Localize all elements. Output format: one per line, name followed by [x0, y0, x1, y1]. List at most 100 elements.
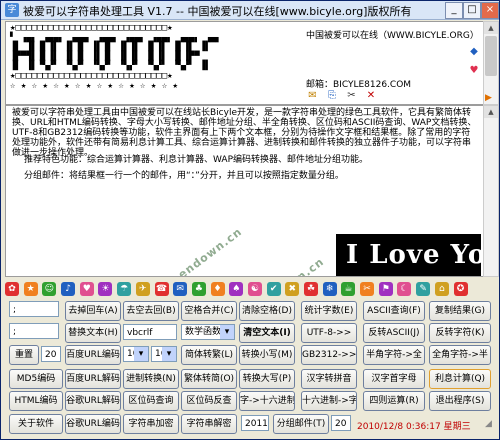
reverse-ascii-button[interactable]: 反转ASCII(J) — [363, 323, 425, 343]
clear-space-button[interactable]: 清除空格(D) — [239, 301, 295, 321]
banner-textbox[interactable]: ★□□□□□□□□□□□□□□□□□□□□□□□□□□□□★ ▘ ▗▄▖ ▗▄▄… — [5, 21, 484, 105]
area-code-reverse-button[interactable]: 区位码反查 — [181, 391, 237, 411]
trad-to-simp-button[interactable]: 繁体转简(O) — [181, 369, 237, 389]
half-to-full-button[interactable]: 半角字符->全 — [363, 345, 425, 365]
emoji-icon[interactable]: ★ — [23, 282, 38, 296]
watermark-text-1: Greendown.cn — [238, 255, 327, 276]
intro-paragraph: 被爱可以字符串处理工具由中国被爱可以在线站长Bicyle开发，是一款字符串处理的… — [12, 108, 477, 158]
baidu-url-decode-button[interactable]: 百度URL解码 — [65, 369, 121, 389]
emoji-icon[interactable]: ☯ — [247, 282, 262, 296]
google-url-encode-button[interactable]: 谷歌URL编码 — [65, 414, 121, 434]
simp-to-trad-button[interactable]: 简体转繁(L) — [181, 345, 237, 365]
emoji-icon[interactable]: ♣ — [191, 282, 206, 296]
emoji-icon[interactable]: ☾ — [397, 282, 412, 296]
interest-calculator-button[interactable]: 利息计算(Q) — [429, 369, 491, 389]
emoji-icon[interactable]: ☎ — [154, 282, 169, 296]
exit-program-button[interactable]: 退出程序(S) — [429, 391, 491, 411]
to-lowercase-button[interactable]: 转换小写(M) — [239, 345, 295, 365]
hex-to-char-button[interactable]: 十六进制->字 — [301, 391, 357, 411]
base-to-select[interactable]: 16 — [151, 346, 177, 362]
replace-text-button[interactable]: 替换文本(H) — [65, 323, 121, 343]
emoji-icon[interactable]: ❄ — [322, 282, 337, 296]
html-encode-button[interactable]: HTML编码 — [9, 391, 63, 411]
find-input[interactable]: ; — [9, 323, 59, 339]
gem-icon[interactable]: ◆ — [468, 46, 480, 58]
emoji-icon[interactable]: ✈ — [135, 282, 150, 296]
emoji-icon[interactable]: ☀ — [98, 282, 113, 296]
copy-result-button[interactable]: 复制结果(G) — [429, 301, 491, 321]
rabbit-carrot-art: = = — [32, 276, 272, 277]
ascii-query-button[interactable]: ASCII查询(F) — [363, 301, 425, 321]
gb2312-convert-button[interactable]: GB2312->> — [301, 345, 357, 365]
emoji-icon[interactable]: ✔ — [266, 282, 281, 296]
emoji-icon[interactable]: ✉ — [173, 282, 188, 296]
emoji-icon[interactable]: ♦ — [210, 282, 225, 296]
math-function-select[interactable]: 数学函数 — [181, 324, 235, 340]
mail-icon[interactable]: ✉ — [306, 90, 319, 102]
maximize-button[interactable]: □ — [463, 2, 481, 19]
i-love-you-art: I Love You — [336, 234, 483, 276]
emoji-icon[interactable]: ✖ — [285, 282, 300, 296]
key-input[interactable]: 2011 — [241, 415, 269, 431]
remove-space-return-button[interactable]: 去空去回(B) — [123, 301, 179, 321]
scroll-up-arrow-icon[interactable]: ▲ — [484, 106, 498, 118]
scroll-thumb[interactable] — [485, 36, 497, 76]
baidu-url-encode-button[interactable]: 百度URL编码 — [65, 345, 121, 365]
base-convert-button[interactable]: 进制转换(N) — [123, 369, 179, 389]
reverse-chars-button[interactable]: 反转字符(K) — [429, 323, 491, 343]
emoji-icon[interactable]: ☘ — [304, 282, 318, 296]
full-to-half-button[interactable]: 全角字符->半 — [429, 345, 491, 365]
group-mail-button[interactable]: 分组邮件(T) — [273, 414, 329, 434]
emoji-icon[interactable]: ⚑ — [378, 282, 393, 296]
result-scrollbar[interactable]: ▲ — [483, 105, 499, 277]
emoji-toolbar: ✿ ★ ☺ ♪ ♥ ☀ ☂ ✈ ☎ ✉ ♣ ♦ ♠ ☯ ✔ ✖ ☘ ❄ ☕ ✂ ⚑ ☾ ✎ ⌂ ✪ — [5, 281, 495, 297]
emoji-icon[interactable]: ☺ — [42, 282, 57, 296]
result-textbox[interactable]: 被爱可以字符串处理工具由中国被爱可以在线站长Bicyle开发，是一款字符串处理的… — [5, 105, 484, 277]
emoji-icon[interactable]: ✎ — [416, 282, 431, 296]
close-button[interactable]: × — [481, 2, 499, 19]
group-size-input[interactable]: 20 — [331, 415, 351, 431]
arrow-right-icon[interactable]: ▶ — [485, 93, 497, 105]
replace-with-input[interactable]: vbcrlf — [123, 324, 177, 340]
delete-icon[interactable]: ✕ — [365, 90, 378, 102]
emoji-icon[interactable]: ✿ — [5, 282, 19, 296]
area-code-query-button[interactable]: 区位码查询 — [123, 391, 179, 411]
base-from-select[interactable]: 10 — [123, 346, 149, 362]
emoji-icon[interactable]: ♥ — [79, 282, 94, 296]
clear-text-button[interactable]: 清空文本(I) — [239, 323, 295, 343]
emoji-icon[interactable]: ☕ — [341, 282, 356, 296]
char-to-hex-button[interactable]: 字->十六进制 — [239, 391, 295, 411]
heart-icon[interactable]: ♥ — [468, 65, 480, 77]
minimize-button[interactable]: _ — [445, 2, 463, 19]
emoji-icon[interactable]: ☂ — [117, 282, 132, 296]
watermark-text-2: Greendown.cn — [156, 225, 245, 277]
md5-encode-button[interactable]: MD5编码 — [9, 369, 63, 389]
resize-grip-icon[interactable]: ◢ — [485, 419, 492, 429]
remove-return-button[interactable]: 去掉回车(A) — [65, 301, 121, 321]
string-encrypt-button[interactable]: 字符串加密 — [123, 414, 179, 434]
merge-space-button[interactable]: 空格合并(C) — [181, 301, 237, 321]
recommend-line: 推荐特色功能：综合运算计算器、利息计算器、WAP编码转换器、邮件地址分组功能。 — [24, 155, 368, 165]
emoji-icon[interactable]: ✂ — [360, 282, 375, 296]
about-button[interactable]: 关于软件 — [9, 414, 63, 434]
app-icon: 字 — [5, 3, 19, 17]
chinese-initials-button[interactable]: 汉字首字母 — [363, 369, 425, 389]
scissors-icon[interactable]: ✂ — [345, 90, 358, 102]
emoji-icon[interactable]: ♠ — [229, 282, 244, 296]
emoji-icon[interactable]: ⌂ — [434, 282, 449, 296]
utf8-convert-button[interactable]: UTF-8->> — [301, 323, 357, 343]
emoji-icon[interactable]: ♪ — [61, 282, 76, 296]
to-uppercase-button[interactable]: 转换大写(P) — [239, 369, 295, 389]
four-arithmetic-button[interactable]: 四则运算(R) — [363, 391, 425, 411]
separator-input[interactable]: ; — [9, 301, 59, 317]
i-love-you-text: I Love You — [346, 240, 483, 270]
copy-icon[interactable]: ⎘ — [326, 90, 339, 102]
google-url-decode-button[interactable]: 谷歌URL解码 — [65, 391, 121, 411]
chinese-to-pinyin-button[interactable]: 汉字转拼音 — [301, 369, 357, 389]
emoji-icon[interactable]: ✪ — [453, 282, 468, 296]
repeat-count-input[interactable]: 20 — [41, 346, 61, 362]
string-decrypt-button[interactable]: 字符串解密 — [181, 414, 237, 434]
count-chars-button[interactable]: 统计字数(E) — [301, 301, 357, 321]
reset-button[interactable]: 重置 — [9, 345, 39, 365]
scroll-up-arrow-icon[interactable]: ▲ — [484, 22, 498, 34]
